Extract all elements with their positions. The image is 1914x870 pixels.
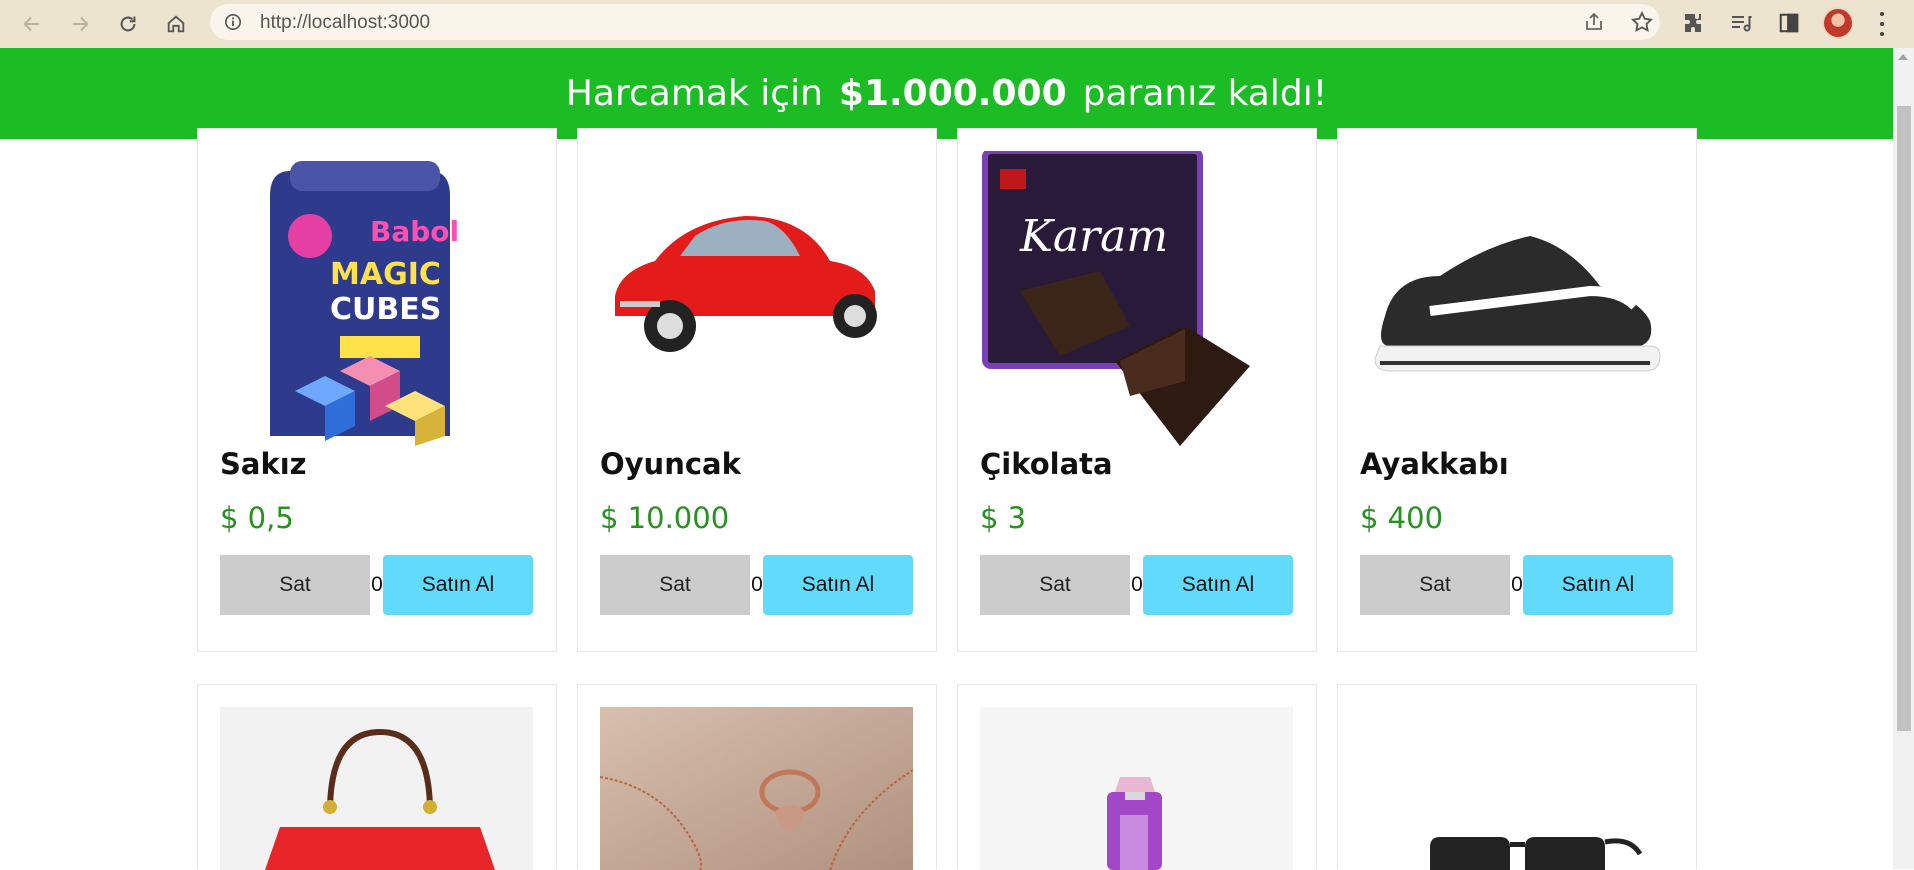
star-icon[interactable]	[1630, 10, 1654, 34]
product-image-chocolate: Karam	[980, 151, 1293, 451]
quantity-count: 0	[1511, 573, 1523, 596]
product-name: Oyuncak	[600, 447, 741, 481]
side-panel-icon[interactable]	[1775, 9, 1803, 37]
address-bar[interactable]: http://localhost:3000	[210, 4, 1660, 40]
back-icon[interactable]	[16, 8, 48, 40]
product-image-perfume	[980, 707, 1293, 870]
page-scrollbar[interactable]	[1893, 48, 1914, 869]
product-card: Karam Çikolata $ 3 Sat 0 Satın Al	[957, 128, 1317, 652]
reading-list-icon[interactable]	[1727, 9, 1755, 37]
svg-text:Babol: Babol	[370, 215, 459, 248]
product-price: $ 400	[1360, 501, 1444, 535]
product-image-sunglasses	[1360, 707, 1673, 870]
url-text[interactable]: http://localhost:3000	[260, 12, 430, 34]
product-image-gum: Babol MAGIC CUBES	[220, 151, 533, 451]
buy-button[interactable]: Satın Al	[1143, 555, 1293, 615]
product-card: Oyuncak $ 10.000 Sat 0 Satın Al	[577, 128, 937, 652]
forward-icon[interactable]	[64, 8, 96, 40]
browser-toolbar: http://localhost:3000	[0, 0, 1914, 48]
svg-text:MAGIC: MAGIC	[330, 257, 441, 292]
sell-button[interactable]: Sat	[600, 555, 750, 615]
menu-icon[interactable]	[1878, 12, 1886, 36]
profile-avatar[interactable]	[1822, 7, 1854, 39]
product-image-toy-car	[600, 151, 913, 451]
product-card	[577, 684, 937, 870]
product-image-jewelry	[600, 707, 913, 870]
product-image-bag	[220, 707, 533, 870]
product-card	[957, 684, 1317, 870]
product-price: $ 10.000	[600, 501, 730, 535]
sell-button[interactable]: Sat	[980, 555, 1130, 615]
product-card	[1337, 684, 1697, 870]
product-name: Çikolata	[980, 447, 1113, 481]
product-card: Babol MAGIC CUBES Sakız $ 0,5 Sat 0 Satı…	[197, 128, 557, 652]
scroll-thumb[interactable]	[1897, 106, 1911, 731]
product-name: Sakız	[220, 447, 307, 481]
quantity-count: 0	[751, 573, 763, 596]
product-card	[197, 684, 557, 870]
sell-button[interactable]: Sat	[1360, 555, 1510, 615]
money-banner: Harcamak için $1.000.000 paranız kaldı!	[0, 48, 1893, 139]
share-icon[interactable]	[1582, 10, 1606, 34]
svg-text:Karam: Karam	[1019, 211, 1168, 262]
banner-suffix: paranız kaldı!	[1082, 73, 1328, 114]
buy-button[interactable]: Satın Al	[763, 555, 913, 615]
banner-prefix: Harcamak için	[565, 73, 823, 114]
banner-amount: $1.000.000	[838, 73, 1067, 114]
extensions-icon[interactable]	[1680, 9, 1708, 37]
svg-text:CUBES: CUBES	[330, 292, 441, 327]
quantity-count: 0	[1131, 573, 1143, 596]
quantity-count: 0	[371, 573, 383, 596]
product-image-shoe	[1360, 151, 1673, 451]
reload-icon[interactable]	[112, 8, 144, 40]
home-icon[interactable]	[160, 8, 192, 40]
buy-button[interactable]: Satın Al	[383, 555, 533, 615]
info-icon[interactable]	[224, 13, 242, 31]
product-price: $ 0,5	[220, 501, 294, 535]
scroll-up-arrow-icon[interactable]	[1898, 54, 1908, 60]
sell-button[interactable]: Sat	[220, 555, 370, 615]
buy-button[interactable]: Satın Al	[1523, 555, 1673, 615]
product-price: $ 3	[980, 501, 1027, 535]
product-name: Ayakkabı	[1360, 447, 1509, 481]
product-card: Ayakkabı $ 400 Sat 0 Satın Al	[1337, 128, 1697, 652]
